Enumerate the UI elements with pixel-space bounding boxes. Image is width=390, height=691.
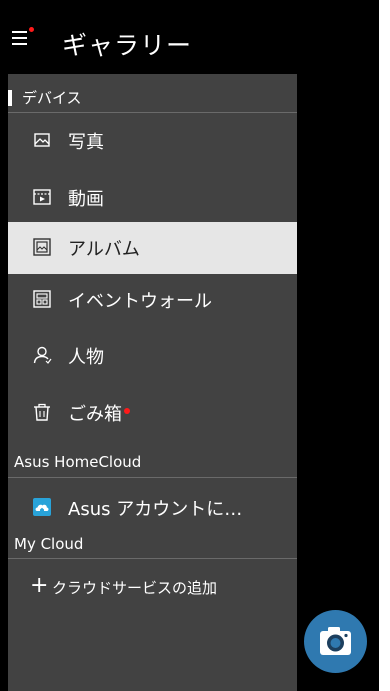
menu-icon-line [12,43,27,45]
plus-icon: + [30,573,49,598]
navigation-drawer: デバイス 写真 動画 アルバム イベントウォール 人物 ごみ箱 Asus Hom… [8,74,297,691]
nav-item-label: 人物 [68,347,104,368]
section-header-label: デバイス [22,89,82,107]
app-frame: ギャラリー デバイス 写真 動画 アルバム イベントウォール 人物 ごみ箱 As… [0,0,379,691]
nav-item-photos[interactable]: 写真 [8,115,297,167]
add-cloud-service-label: クラウドサービスの追加 [52,579,218,597]
section-header-mycloud: My Cloud [8,532,297,556]
nav-item-asus-account[interactable]: Asus アカウントに… [8,482,297,534]
menu-button[interactable] [12,27,34,51]
section-header-devices: デバイス [8,86,297,110]
cloud-home-icon [32,497,52,517]
nav-item-label: アルバム [68,239,140,260]
nav-item-label: 動画 [68,189,104,210]
section-header-label: My Cloud [14,535,84,553]
divider [8,558,297,559]
video-icon [32,187,52,207]
camera-icon [320,627,351,655]
nav-item-album[interactable]: アルバム [8,222,297,274]
app-bar: ギャラリー [0,0,379,74]
nav-item-trash[interactable]: ごみ箱 [8,387,297,439]
menu-icon-line [12,31,27,33]
nav-item-label: イベントウォール [68,291,212,312]
add-cloud-service-button[interactable]: + クラウドサービスの追加 [8,566,297,610]
notification-dot [29,27,34,32]
nav-item-label: Asus アカウントに… [68,499,243,520]
album-icon [32,237,52,257]
divider [8,112,297,113]
section-header-homecloud: Asus HomeCloud [8,450,297,474]
nav-item-label: 写真 [68,132,104,153]
camera-button[interactable] [304,610,367,673]
nav-item-label: ごみ箱 [68,400,130,426]
new-badge-dot [124,408,130,414]
trash-icon [32,402,52,422]
app-title: ギャラリー [62,31,193,60]
divider [8,477,297,478]
menu-icon-line [12,37,27,39]
content-area [297,74,379,691]
nav-item-event-wall[interactable]: イベントウォール [8,274,297,326]
photo-icon [32,130,52,150]
event-wall-icon [32,289,52,309]
nav-item-label-text: ごみ箱 [68,404,122,425]
nav-item-videos[interactable]: 動画 [8,172,297,224]
person-icon [32,345,52,365]
section-header-label: Asus HomeCloud [14,453,142,471]
nav-item-people[interactable]: 人物 [8,330,297,382]
section-accent-bar [8,90,12,106]
